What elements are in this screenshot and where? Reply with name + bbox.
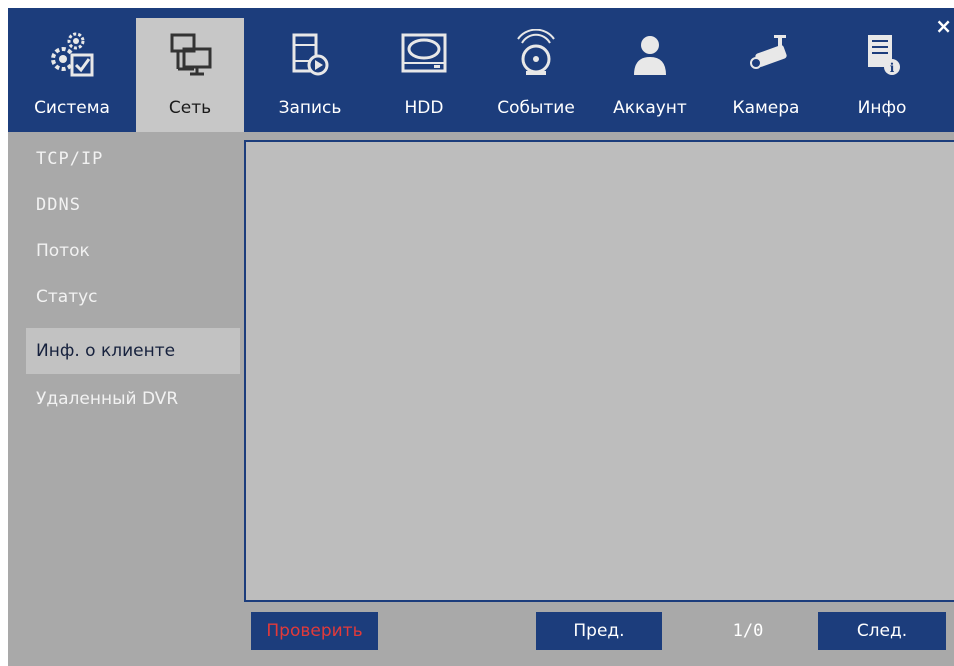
event-alarm-icon <box>482 28 590 82</box>
sidebar-item-stream[interactable]: Поток <box>26 228 240 274</box>
sidebar-item-label: Статус <box>36 287 98 307</box>
sidebar-item-status[interactable]: Статус <box>26 274 240 320</box>
hdd-icon <box>370 28 478 82</box>
sidebar-item-label: Удаленный DVR <box>36 389 179 409</box>
tab-label: Инфо <box>857 98 907 118</box>
sidebar-item-label: DDNS <box>36 195 81 215</box>
top-tab-bar: Система Сеть Запись HDD Событие Аккаунт … <box>8 8 954 132</box>
tab-event[interactable]: Событие <box>482 18 590 132</box>
tab-hdd[interactable]: HDD <box>370 18 478 132</box>
next-page-button[interactable]: След. <box>818 612 946 650</box>
prev-page-button[interactable]: Пред. <box>536 612 662 650</box>
svg-text:i: i <box>890 61 895 75</box>
tab-label: Запись <box>278 98 342 118</box>
tab-label: HDD <box>404 98 444 118</box>
tab-label: Аккаунт <box>613 98 687 118</box>
network-sidebar: TCP/IP DDNS Поток Статус Инф. о клиенте … <box>8 132 244 666</box>
tab-system[interactable]: Система <box>18 18 126 132</box>
client-info-list-panel <box>244 140 954 602</box>
tab-label: Событие <box>497 98 575 118</box>
tab-camera[interactable]: Камера <box>712 18 820 132</box>
account-user-icon <box>596 28 704 82</box>
sidebar-item-ddns[interactable]: DDNS <box>26 182 240 228</box>
network-icon <box>136 28 244 82</box>
settings-window: Система Сеть Запись HDD Событие Аккаунт … <box>8 8 954 666</box>
tab-label: Система <box>34 98 110 118</box>
sidebar-item-tcp-ip[interactable]: TCP/IP <box>26 136 240 182</box>
system-gears-icon <box>18 28 126 82</box>
page-indicator: 1/0 <box>732 621 764 641</box>
sidebar-item-client-info[interactable]: Инф. о клиенте <box>26 328 240 374</box>
tab-label: Камера <box>732 98 800 118</box>
check-button[interactable]: Проверить <box>251 612 378 650</box>
sidebar-item-label: Инф. о клиенте <box>36 341 176 361</box>
sidebar-item-label: TCP/IP <box>36 149 104 169</box>
close-icon[interactable]: × <box>935 14 952 38</box>
info-document-icon: i <box>828 28 936 82</box>
tab-label: Сеть <box>168 98 212 118</box>
tab-account[interactable]: Аккаунт <box>596 18 704 132</box>
camera-icon <box>712 28 820 82</box>
tab-info[interactable]: i Инфо <box>828 18 936 132</box>
sidebar-item-remote-dvr[interactable]: Удаленный DVR <box>26 376 240 422</box>
tab-record[interactable]: Запись <box>256 18 364 132</box>
record-film-icon <box>256 28 364 82</box>
tab-network[interactable]: Сеть <box>136 18 244 132</box>
sidebar-item-label: Поток <box>36 241 90 261</box>
